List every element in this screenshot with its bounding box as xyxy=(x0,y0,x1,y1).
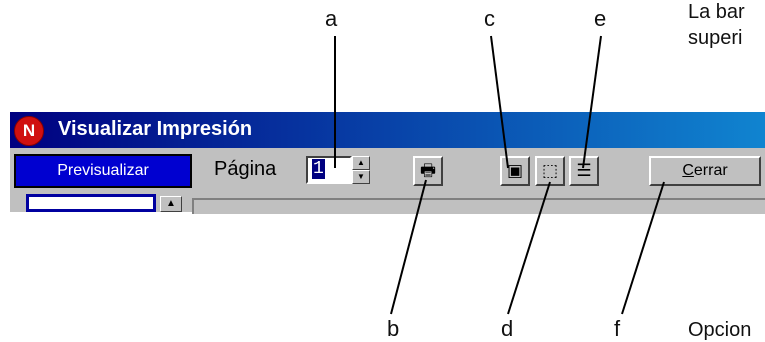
close-button[interactable]: Cerrar xyxy=(649,156,761,186)
spin-up-button[interactable]: ▲ xyxy=(352,156,370,170)
page-spinner: ▲ ▼ xyxy=(352,156,370,184)
callout-c: c xyxy=(484,6,495,31)
callout-f: f xyxy=(614,316,621,341)
view-fit-page-button[interactable]: ⬚ xyxy=(535,156,565,186)
page-number-input[interactable]: 1 xyxy=(306,156,352,184)
callout-b: b xyxy=(387,316,400,341)
toolbar: Previsualizar Página 1 ▲ ▼ 🖶 ▣ ⬚ ☰ Cerra… xyxy=(10,148,765,195)
printer-icon: 🖶 xyxy=(419,161,437,181)
spin-down-button[interactable]: ▼ xyxy=(352,170,370,184)
preview-area[interactable] xyxy=(192,198,765,214)
side-text-top-1: La bar xyxy=(688,1,745,23)
page-list-icon: ☰ xyxy=(576,161,592,181)
close-mnemonic: C xyxy=(682,162,694,179)
print-button[interactable]: 🖶 xyxy=(413,156,443,186)
single-page-icon: ▣ xyxy=(506,161,524,181)
window-title: Visualizar Impresión xyxy=(58,118,253,140)
thumbnail-pane[interactable] xyxy=(26,194,156,212)
page-number-value: 1 xyxy=(312,159,325,179)
title-bar[interactable]: N Visualizar Impresión xyxy=(10,112,765,148)
view-list-button[interactable]: ☰ xyxy=(569,156,599,186)
scroll-up-button[interactable]: ▲ xyxy=(160,196,182,212)
thumbnail-page[interactable] xyxy=(29,197,153,209)
side-text-bottom-1: Opcion xyxy=(688,319,752,341)
close-label-rest: errar xyxy=(693,162,728,179)
callout-d: d xyxy=(501,316,514,341)
callout-e: e xyxy=(594,6,607,31)
callout-a: a xyxy=(325,6,338,31)
view-single-page-button[interactable]: ▣ xyxy=(500,156,530,186)
page-label: Página xyxy=(214,158,277,180)
preview-button[interactable]: Previsualizar xyxy=(14,154,192,188)
content-area: ▲ xyxy=(10,194,765,214)
side-text-top-2: superi xyxy=(688,27,743,49)
app-logo-icon: N xyxy=(14,116,44,146)
fit-page-icon: ⬚ xyxy=(541,161,559,181)
